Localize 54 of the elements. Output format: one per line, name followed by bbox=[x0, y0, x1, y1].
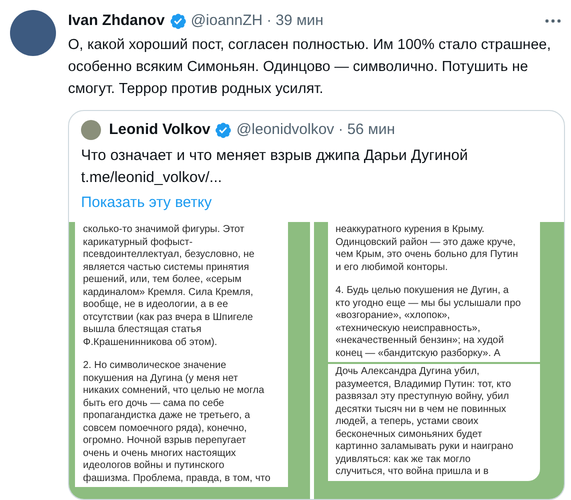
message-text-line: удивляться: как же так могло bbox=[336, 454, 472, 466]
message-text-line: Ф.Крашенинникова об этом). bbox=[83, 336, 218, 349]
message-text-line: огромно. Ночной взрыв перепугает bbox=[83, 435, 248, 448]
message-text-line: вообще, не в идеологии, а в ее bbox=[83, 299, 229, 312]
message-text-line: Одинцовский район — это даже круче, bbox=[336, 236, 517, 249]
message-text-line: «некачественный бензин»; на худой bbox=[336, 335, 505, 348]
separator-dot: · bbox=[266, 11, 272, 31]
message-text-line: вышла блестящая статья bbox=[83, 324, 202, 336]
message-text-line: фашизма. Проблема, правда, в том, что bbox=[83, 472, 272, 485]
message-text-line: развязал эту преступную войну, убил bbox=[336, 391, 510, 404]
message-text-line: быть его дочь — сама по себе bbox=[83, 398, 226, 410]
message-text-line: покушения на Дугина (у меня нет bbox=[83, 372, 239, 385]
author-name[interactable]: Ivan Zhdanov bbox=[68, 10, 165, 32]
message-text-line: отсутствии (как раз вчера в Шпигеле bbox=[83, 312, 254, 324]
message-text-line: неаккуратного курения в Крыму. bbox=[336, 224, 486, 236]
author-handle[interactable]: @ioannZH bbox=[190, 10, 263, 32]
message-text-line: является частью системы принятия bbox=[83, 262, 250, 274]
message-text-line: решений, или, тем более, «серым bbox=[83, 274, 243, 286]
message-text-line: случиться, что война пришла и в bbox=[336, 466, 490, 478]
more-options-icon[interactable] bbox=[545, 19, 561, 24]
message-text-line: 4. Будь целью покушения не Дугин, а bbox=[336, 285, 510, 298]
quoted-text: Что означает и что меняет взрыв джипа Дарьи Дугиной bbox=[81, 146, 469, 166]
separator-dot: · bbox=[338, 120, 344, 140]
message-text-line: идеологов войны и путинского bbox=[83, 460, 226, 472]
message-text-line: никаких сомнений, что целью не могла bbox=[83, 385, 266, 398]
message-text-line: людей, а теперь, устами своих bbox=[336, 416, 480, 428]
quoted-tweet-card[interactable] bbox=[68, 110, 565, 500]
message-text-line: 2. Но символическое значение bbox=[83, 360, 228, 372]
author-handle[interactable]: @leonidvolkov bbox=[236, 118, 334, 141]
message-text-line: кардиналом» Кремля. Сила Кремля, bbox=[83, 286, 254, 299]
message-text-line: кто угодно еще — мы бы услышали про bbox=[336, 298, 522, 310]
tweet-text: О, какой хороший пост, согласен полностью. Им 100% стало страшнее, особенно всяким Симоньян. Одинцово — символично. Потушить не смогут. Террор против родных усилят. bbox=[68, 36, 552, 98]
message-text-line: совсем помоечного ряда), конечно, bbox=[83, 422, 248, 435]
post-time[interactable]: 39 мин bbox=[276, 10, 324, 32]
chat-screenshot[interactable] bbox=[314, 222, 564, 499]
message-text-line: десятки тысяч ни в чем не повинных bbox=[336, 404, 508, 416]
message-text-line: картинно заламывать руки и наиграно bbox=[336, 441, 514, 454]
message-text-line: пропагандистка даже не третьего, а bbox=[83, 410, 252, 422]
message-text-line: бесконечных симоньяних будет bbox=[336, 428, 484, 441]
message-text-line: и его любимой конторы. bbox=[336, 262, 449, 274]
chat-screenshot[interactable] bbox=[69, 222, 310, 499]
message-text-line: сколько-то значимой фигуры. Этот bbox=[83, 224, 246, 236]
message-text-line: очень и очень многих настоящих bbox=[83, 448, 237, 460]
post-time[interactable]: 56 мин bbox=[347, 118, 396, 141]
message-text-line: «техническую неисправность», bbox=[336, 322, 482, 335]
message-text-line: Дочь Александра Дугина убил, bbox=[336, 366, 480, 378]
message-text-line: разумеется, Владимир Путин: тот, кто bbox=[336, 378, 512, 391]
message-text-line: конец — «бандитскую разборку». А bbox=[336, 348, 502, 360]
message-text-line: псевдоинтеллектуал, безусловно, не bbox=[83, 249, 256, 262]
message-text-line: карикатурный фофыст- bbox=[83, 236, 194, 249]
message-text-line: чем Крым, это очень больно для Путин bbox=[336, 249, 519, 262]
message-text-line: «возгорание», «хлопок», bbox=[336, 310, 451, 322]
author-name[interactable]: Leonid Volkov bbox=[109, 118, 210, 141]
link[interactable]: t.me/leonid_volkov/... bbox=[81, 167, 552, 189]
